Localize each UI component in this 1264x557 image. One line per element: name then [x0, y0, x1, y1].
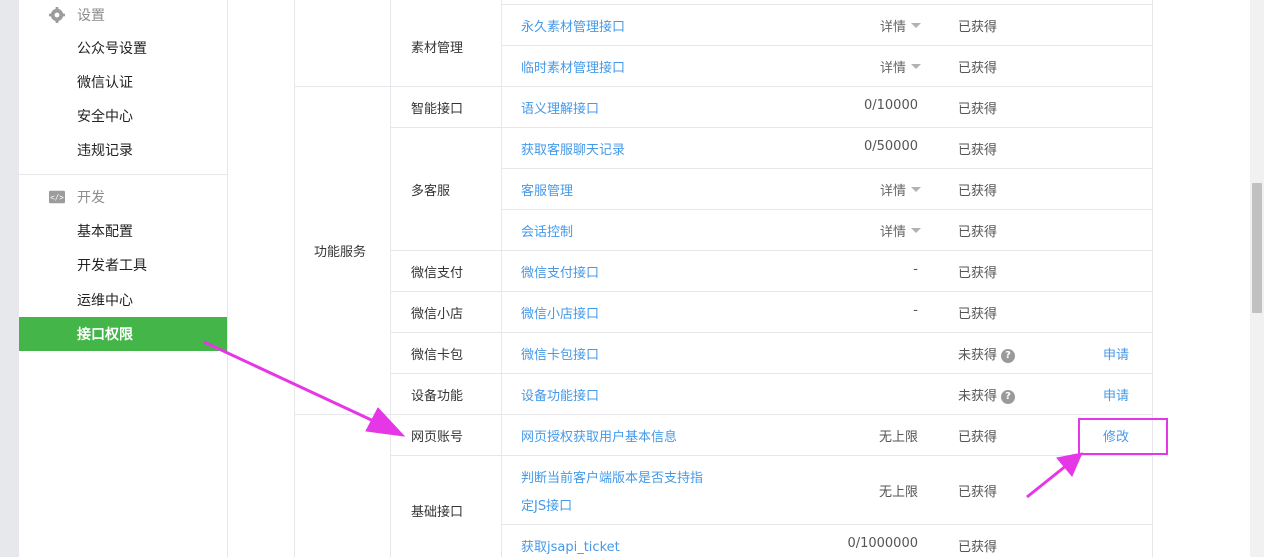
- scrollbar-thumb[interactable]: [1252, 183, 1262, 313]
- sidebar-item-label: 运维中心: [77, 293, 133, 309]
- sidebar-section-develop: </> 开发: [19, 182, 227, 212]
- quota-text: -: [913, 303, 918, 318]
- sidebar-item-label: 违规记录: [77, 143, 133, 159]
- sidebar-item-label: 开发者工具: [77, 258, 147, 274]
- question-icon[interactable]: ?: [1001, 348, 1016, 363]
- main-content: 功能服务 素材管理 智能接口 多客服 微信支付 微信小店 微信卡包 设备功能 网…: [228, 0, 1250, 557]
- left-gutter: [0, 0, 19, 557]
- caret-down-icon: [911, 64, 922, 69]
- status-text: 已获得: [958, 540, 998, 555]
- subgroup-basic-api: 基础接口: [411, 505, 464, 520]
- api-link-cs-manage[interactable]: 客服管理: [521, 180, 573, 199]
- sidebar-item-ops-center[interactable]: 运维中心: [19, 283, 227, 317]
- sidebar-item-api-permissions[interactable]: 接口权限: [19, 317, 227, 351]
- status-text: 已获得: [958, 485, 998, 500]
- sidebar-item-developer-tools[interactable]: 开发者工具: [19, 248, 227, 282]
- subgroup-material: 素材管理: [411, 41, 464, 56]
- sidebar-item-violation-records[interactable]: 违规记录: [19, 133, 227, 167]
- status-text: 已获得: [958, 20, 998, 35]
- subgroup-wechat-store: 微信小店: [411, 307, 464, 322]
- sidebar-section-settings: 设置: [19, 0, 227, 30]
- detail-dropdown[interactable]: 详情: [880, 180, 922, 199]
- api-link-cs-chat-log[interactable]: 获取客服聊天记录: [521, 139, 625, 158]
- sidebar-item-wechat-verify[interactable]: 微信认证: [19, 65, 227, 99]
- sidebar: 设置 公众号设置 微信认证 安全中心 违规记录 </> 开发 基本配置 开发者工…: [19, 0, 228, 557]
- caret-down-icon: [911, 228, 922, 233]
- svg-text:</>: </>: [50, 193, 64, 202]
- api-link-wechat-pay[interactable]: 微信支付接口: [521, 262, 599, 281]
- api-link-web-oauth[interactable]: 网页授权获取用户基本信息: [521, 426, 677, 445]
- caret-down-icon: [911, 187, 922, 192]
- quota-text: 0/1000000: [847, 536, 918, 551]
- status-text: 已获得: [958, 225, 998, 240]
- sidebar-item-label: 安全中心: [77, 109, 133, 125]
- api-permission-table: 功能服务 素材管理 智能接口 多客服 微信支付 微信小店 微信卡包 设备功能 网…: [294, 0, 1153, 557]
- sidebar-divider: [19, 174, 227, 175]
- subgroup-device: 设备功能: [411, 389, 464, 404]
- sidebar-item-label: 微信认证: [77, 75, 133, 91]
- status-text: 未获得?: [958, 344, 1016, 363]
- apply-button[interactable]: 申请: [1103, 385, 1129, 404]
- sidebar-item-security-center[interactable]: 安全中心: [19, 99, 227, 133]
- api-link-temp-material[interactable]: 临时素材管理接口: [521, 57, 625, 76]
- api-link-wechat-card[interactable]: 微信卡包接口: [521, 344, 599, 363]
- api-link-jsapi-ticket[interactable]: 获取jsapi_ticket: [521, 536, 620, 555]
- sidebar-section-settings-title: 设置: [77, 8, 105, 24]
- api-link-check-js-api-line1[interactable]: 判断当前客户端版本是否支持指: [521, 467, 703, 486]
- quota-text: 无上限: [878, 430, 918, 445]
- status-text: 未获得?: [958, 385, 1016, 404]
- api-link-check-js-api-line2[interactable]: 定JS接口: [521, 495, 572, 514]
- question-icon[interactable]: ?: [1001, 389, 1016, 404]
- status-text: 已获得: [958, 430, 998, 445]
- subgroup-customer-service: 多客服: [411, 184, 451, 199]
- status-text: 已获得: [958, 266, 998, 281]
- detail-dropdown[interactable]: 详情: [880, 16, 922, 35]
- quota-text: 无上限: [878, 485, 918, 500]
- subgroup-smart: 智能接口: [411, 102, 464, 117]
- status-text: 已获得: [958, 102, 998, 117]
- api-link-session-control[interactable]: 会话控制: [521, 221, 573, 240]
- apply-button[interactable]: 申请: [1103, 344, 1129, 363]
- sidebar-section-develop-title: 开发: [77, 190, 105, 206]
- quota-text: -: [913, 262, 918, 277]
- subgroup-wechat-card: 微信卡包: [411, 348, 464, 363]
- sidebar-item-label: 公众号设置: [77, 41, 147, 57]
- detail-dropdown[interactable]: 详情: [880, 57, 922, 76]
- api-link-semantic[interactable]: 语义理解接口: [521, 98, 599, 117]
- subgroup-wechat-pay: 微信支付: [411, 266, 464, 281]
- vertical-scrollbar[interactable]: [1250, 0, 1264, 557]
- status-text: 已获得: [958, 307, 998, 322]
- api-link-permanent-material[interactable]: 永久素材管理接口: [521, 16, 625, 35]
- status-text: 已获得: [958, 184, 998, 199]
- sidebar-item-basic-config[interactable]: 基本配置: [19, 214, 227, 248]
- status-text: 已获得: [958, 61, 998, 76]
- code-icon: </>: [49, 189, 65, 205]
- caret-down-icon: [911, 23, 922, 28]
- subgroup-web-account: 网页账号: [411, 430, 464, 445]
- api-link-wechat-store[interactable]: 微信小店接口: [521, 303, 599, 322]
- annotation-highlight-box: [1078, 418, 1168, 455]
- sidebar-item-label: 接口权限: [77, 327, 133, 343]
- sidebar-item-label: 基本配置: [77, 224, 133, 240]
- quota-text: 0/50000: [863, 139, 918, 154]
- status-text: 已获得: [958, 143, 998, 158]
- sidebar-item-account-settings[interactable]: 公众号设置: [19, 31, 227, 65]
- gear-icon: [49, 7, 65, 23]
- category-function-services: 功能服务: [314, 245, 367, 260]
- quota-text: 0/10000: [863, 98, 918, 113]
- api-link-device[interactable]: 设备功能接口: [521, 385, 599, 404]
- detail-dropdown[interactable]: 详情: [880, 221, 922, 240]
